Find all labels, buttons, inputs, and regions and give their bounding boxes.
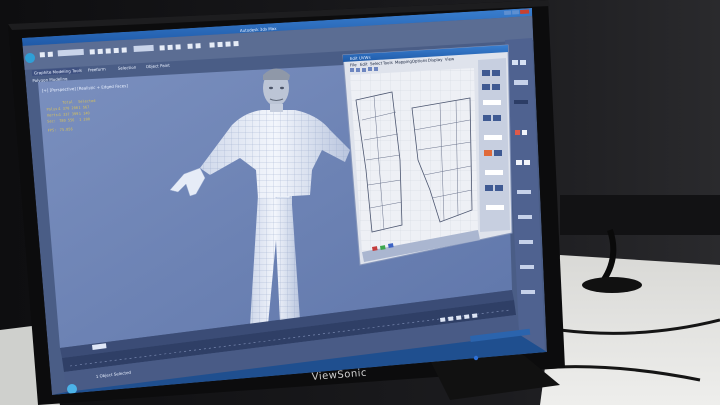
minimize-button[interactable]: [503, 10, 512, 15]
edge-mode-icon[interactable]: [522, 130, 527, 135]
panel-field-3[interactable]: [519, 240, 533, 244]
uv-pack-icon[interactable]: [493, 115, 501, 121]
uv-peel-icon[interactable]: [484, 150, 492, 156]
go-start-icon[interactable]: [440, 317, 446, 322]
uv-rotate-icon[interactable]: [356, 68, 360, 72]
uv-group-icon[interactable]: [495, 185, 503, 191]
element-mode-icon[interactable]: [524, 160, 530, 165]
uv-pelt-icon[interactable]: [494, 150, 502, 156]
curve-editor-icon[interactable]: [217, 41, 223, 48]
uv-color-red-icon[interactable]: [372, 246, 378, 251]
render-icon[interactable]: [233, 40, 239, 47]
scale-icon[interactable]: [121, 47, 127, 53]
vertex-mode-icon[interactable]: [515, 130, 520, 135]
uv-field-3[interactable]: [485, 170, 503, 175]
uv-menu-2[interactable]: Select: [370, 61, 383, 67]
select-icon[interactable]: [89, 49, 95, 55]
uv-break-icon[interactable]: [492, 84, 500, 90]
coordinate-dropdown[interactable]: [133, 44, 154, 53]
uv-menu-3[interactable]: Tools: [382, 60, 393, 66]
uv-stitch-icon[interactable]: [482, 84, 490, 90]
align-icon[interactable]: [195, 43, 201, 49]
panel-field[interactable]: [517, 190, 531, 194]
stats-sel-0: 1 567: [78, 105, 89, 110]
go-end-icon[interactable]: [472, 313, 478, 318]
panel-field-2[interactable]: [518, 215, 532, 219]
uv-field[interactable]: [483, 100, 501, 105]
uv-move-icon[interactable]: [350, 68, 354, 72]
start-button-icon[interactable]: [67, 384, 77, 394]
stats-label-3: FPS:: [48, 128, 57, 132]
uv-field-4[interactable]: [486, 205, 504, 210]
uv-color-blue-icon[interactable]: [388, 243, 394, 248]
uv-menu-7[interactable]: View: [445, 56, 456, 62]
uv-field-2[interactable]: [484, 135, 502, 140]
uv-freeform-icon[interactable]: [368, 67, 372, 71]
uv-scale-icon[interactable]: [362, 68, 366, 72]
uv-mirror-icon[interactable]: [374, 67, 378, 71]
stats-sel-1: 1 140: [79, 111, 90, 116]
stats-sel-2: 1 200: [79, 117, 90, 122]
uv-menu-0[interactable]: File: [350, 62, 358, 67]
uv-editor-window[interactable]: Edit UVWs File Edit Select Tools Mapping…: [342, 44, 513, 266]
panel-field-4[interactable]: [520, 265, 534, 269]
rotate-icon[interactable]: [113, 47, 119, 54]
panel-field-5[interactable]: [521, 290, 535, 294]
stats-value-3: 75.856: [60, 127, 73, 132]
stats-label-2: Sec:: [47, 119, 56, 123]
power-button[interactable]: [473, 355, 479, 361]
cable-base: [582, 277, 642, 293]
snap-icon[interactable]: [159, 45, 165, 51]
close-button[interactable]: [520, 9, 530, 14]
move-icon[interactable]: [105, 48, 111, 54]
poly-mode-icon[interactable]: [516, 160, 522, 165]
uv-arrange-icon[interactable]: [485, 185, 493, 191]
undo-icon[interactable]: [39, 52, 45, 58]
uv-align-icon[interactable]: [492, 70, 500, 76]
modifier-stack-item[interactable]: [514, 100, 528, 104]
uv-relax-icon[interactable]: [483, 115, 491, 121]
mirror-icon[interactable]: [187, 43, 193, 49]
model-neck: [270, 104, 283, 112]
uv-menu-5[interactable]: Options: [412, 58, 428, 64]
select-region-icon[interactable]: [97, 48, 103, 55]
stats-header-total: Total: [62, 100, 73, 105]
screen: Autodesk 3ds Max Graphite Modeling Tools…: [22, 8, 547, 395]
next-frame-icon[interactable]: [463, 314, 470, 319]
scene: Autodesk 3ds Max Graphite Modeling Tools…: [0, 0, 720, 405]
maximize-button[interactable]: [512, 10, 520, 15]
play-icon[interactable]: [455, 315, 462, 320]
ribbon-tab-label-1[interactable]: Freeform: [88, 66, 106, 72]
background-equipment: [560, 195, 720, 235]
material-editor-icon[interactable]: [225, 41, 231, 47]
create-tab-icon[interactable]: [512, 60, 518, 65]
prev-frame-icon[interactable]: [447, 316, 454, 321]
uv-color-green-icon[interactable]: [380, 245, 386, 250]
percent-snap-icon[interactable]: [175, 44, 181, 50]
layer-icon[interactable]: [209, 42, 215, 48]
redo-icon[interactable]: [47, 51, 53, 57]
uv-menu-1[interactable]: Edit: [360, 61, 368, 66]
modify-tab-icon[interactable]: [520, 60, 526, 65]
angle-snap-icon[interactable]: [167, 44, 173, 51]
modifier-list[interactable]: [514, 80, 528, 85]
uv-quick-transform-icon[interactable]: [482, 70, 490, 76]
uv-menu-6[interactable]: Display: [428, 57, 444, 63]
